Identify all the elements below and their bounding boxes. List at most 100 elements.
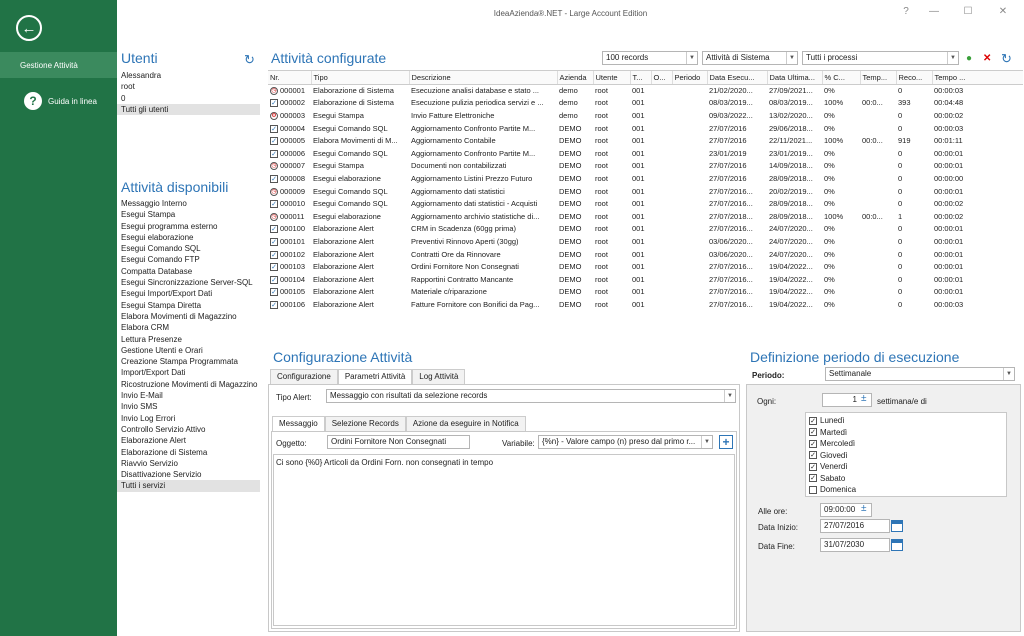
checkbox-icon[interactable]: ✓ [270, 225, 278, 234]
add-activity-icon[interactable]: ● [966, 53, 972, 64]
available-activity-item[interactable]: Elaborazione Alert [117, 435, 260, 446]
available-activity-item[interactable]: Ricostruzione Movimenti di Magazzino [117, 379, 260, 390]
back-arrow-icon[interactable]: ← [16, 15, 42, 41]
table-row[interactable]: ✓ 000105 Elaborazione Alert Materiale c/rip… [268, 286, 1023, 299]
checkbox-icon[interactable] [809, 485, 817, 494]
column-header[interactable]: Periodo [672, 71, 708, 85]
day-checkbox-row[interactable]: ✓ Mercoledì [809, 438, 1006, 450]
available-activity-item[interactable]: Compatta Database [117, 266, 260, 277]
checkbox-icon[interactable]: ✓ [809, 474, 817, 483]
checkbox-icon[interactable]: ✓ [270, 137, 278, 146]
users-refresh-icon[interactable]: ↻ [244, 52, 255, 68]
column-header[interactable]: O... [651, 71, 673, 85]
table-row[interactable]: ✓ 000002 Elaborazione di Sistema Esecuzione… [268, 97, 1023, 110]
delete-activity-icon[interactable]: ✕ [983, 53, 991, 64]
available-activity-item[interactable]: Esegui elaborazione [117, 232, 260, 243]
maximize-button[interactable]: ☐ [960, 6, 976, 17]
checkbox-icon[interactable]: ✓ [270, 99, 278, 108]
close-window-button[interactable]: ✕ [995, 6, 1011, 17]
checkbox-icon[interactable]: ✓ [270, 288, 278, 297]
day-checkbox-row[interactable]: ✓ Venerdì [809, 461, 1006, 473]
column-header[interactable]: % C... [822, 71, 861, 85]
checkbox-icon[interactable]: ✓ [270, 275, 278, 284]
table-row[interactable]: ◷ 000007 Esegui Stampa Documenti non contab… [268, 160, 1023, 173]
day-checkbox-row[interactable]: ✓ Sabato [809, 473, 1006, 485]
available-activity-item[interactable]: Esegui Stampa [117, 209, 260, 220]
message-textarea[interactable]: Ci sono {%0} Articoli da Ordini Forn. no… [273, 454, 735, 626]
subject-input[interactable]: Ordini Fornitore Non Consegnati [327, 435, 470, 449]
table-row[interactable]: ✓ 000102 Elaborazione Alert Contratti Ore d… [268, 248, 1023, 261]
table-row[interactable]: ✓ 000103 Elaborazione Alert Ordini Fornitor… [268, 260, 1023, 273]
available-activity-item[interactable]: Elabora Movimenti di Magazzino [117, 311, 260, 322]
checkbox-icon[interactable]: ✓ [809, 451, 817, 460]
table-row[interactable]: ✓ 000104 Elaborazione Alert Rapportini Cont… [268, 273, 1023, 286]
nav-guida-in-linea[interactable]: ? Guida in linea [0, 88, 117, 114]
column-header[interactable]: Tipo [311, 71, 410, 85]
column-header[interactable]: T... [630, 71, 652, 85]
checkbox-icon[interactable]: ✓ [809, 416, 817, 425]
table-row[interactable]: ✓ 000100 Elaborazione Alert CRM in Scadenza… [268, 223, 1023, 236]
user-item[interactable]: Tutti gli utenti [117, 103, 260, 116]
minimize-button[interactable]: — [926, 6, 942, 17]
activity-type-combo[interactable]: Attività di Sistema ▼ [702, 51, 798, 65]
table-row[interactable]: ⚙ 000003 Esegui Stampa Invio Fatture Elettr… [268, 109, 1023, 122]
clock-icon[interactable]: ◷ [270, 212, 278, 221]
checkbox-icon[interactable]: ✓ [270, 300, 278, 309]
tab-azione-notifica[interactable]: Azione da eseguire in Notifica [405, 416, 526, 431]
alert-type-combo[interactable]: Messaggio con risultati da selezione rec… [326, 389, 736, 403]
checkbox-icon[interactable]: ✓ [809, 439, 817, 448]
available-activity-item[interactable]: Riavvio Servizio [117, 458, 260, 469]
table-row[interactable]: ◷ 000011 Esegui elaborazione Aggiornamento … [268, 210, 1023, 223]
column-header[interactable]: Azienda [557, 71, 594, 85]
available-activity-item[interactable]: Messaggio Interno [117, 198, 260, 209]
column-header[interactable]: Reco... [896, 71, 933, 85]
column-header[interactable]: Utente [593, 71, 631, 85]
checkbox-icon[interactable]: ✓ [270, 124, 278, 133]
checkbox-icon[interactable]: ✓ [270, 200, 278, 209]
table-row[interactable]: ◷ 000001 Elaborazione di Sistema Esecuzione… [268, 84, 1023, 97]
period-combo[interactable]: Settimanale ▼ [825, 367, 1015, 381]
clock-icon[interactable]: ◷ [270, 87, 278, 96]
available-activity-item[interactable]: Tutti i servizi [117, 480, 260, 492]
tab-parametri-attivita[interactable]: Parametri Attività [337, 369, 413, 384]
tab-messaggio[interactable]: Messaggio [272, 416, 325, 431]
available-activity-item[interactable]: Gestione Utenti e Orari [117, 345, 260, 356]
day-checkbox-row[interactable]: ✓ Lunedì [809, 415, 1006, 427]
calendar-icon[interactable] [891, 520, 903, 532]
available-activity-item[interactable]: Import/Export Dati [117, 367, 260, 378]
records-combo[interactable]: 100 records ▼ [602, 51, 698, 65]
process-combo[interactable]: Tutti i processi ▼ [802, 51, 959, 65]
available-activity-item[interactable]: Esegui Import/Export Dati [117, 288, 260, 299]
available-activity-item[interactable]: Esegui Sincronizzazione Server-SQL [117, 277, 260, 288]
available-activity-item[interactable]: Controllo Servizio Attivo [117, 424, 260, 435]
user-item[interactable]: 0 [117, 93, 260, 104]
tab-selezione-records[interactable]: Selezione Records [324, 416, 406, 431]
available-activity-item[interactable]: Creazione Stampa Programmata [117, 356, 260, 367]
checkbox-icon[interactable]: ✓ [270, 174, 278, 183]
column-header[interactable]: Nr. [268, 71, 312, 85]
column-header[interactable]: Descrizione [409, 71, 558, 85]
add-variable-icon[interactable]: + [719, 435, 733, 449]
column-header[interactable]: Data Esecu... [707, 71, 768, 85]
tab-log-attivita[interactable]: Log Attività [412, 369, 466, 384]
table-row[interactable]: ✓ 000004 Esegui Comando SQL Aggiornamento C… [268, 122, 1023, 135]
day-checkbox-row[interactable]: Domenica [809, 484, 1006, 496]
calendar-icon[interactable] [891, 539, 903, 551]
available-activity-item[interactable]: Lettura Presenze [117, 334, 260, 345]
clock-icon[interactable]: ◷ [270, 187, 278, 196]
start-date-input[interactable]: 27/07/2016 [820, 519, 890, 533]
available-activity-item[interactable]: Esegui Comando SQL [117, 243, 260, 254]
checkbox-icon[interactable]: ✓ [809, 428, 817, 437]
time-stepper-icon[interactable]: ± [861, 503, 867, 514]
help-window-button[interactable]: ? [898, 6, 914, 17]
checkbox-icon[interactable]: ✓ [270, 149, 278, 158]
variable-combo[interactable]: {%n} - Valore campo (n) preso dal primo … [538, 435, 713, 449]
day-checkbox-row[interactable]: ✓ Martedì [809, 427, 1006, 439]
configured-refresh-icon[interactable]: ↻ [1001, 51, 1012, 67]
checkbox-icon[interactable]: ✓ [270, 250, 278, 259]
user-item[interactable]: Alessandra [117, 70, 260, 81]
gear-icon[interactable]: ⚙ [270, 111, 278, 120]
table-row[interactable]: ✓ 000008 Esegui elaborazione Aggiornamento … [268, 172, 1023, 185]
day-checkbox-row[interactable]: ✓ Giovedì [809, 450, 1006, 462]
checkbox-icon[interactable]: ✓ [270, 263, 278, 272]
